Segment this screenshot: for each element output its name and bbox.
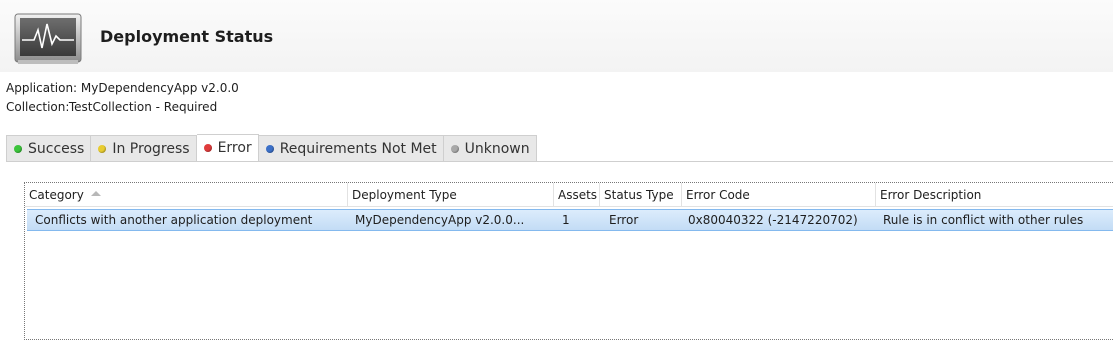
cell-status-type: Error xyxy=(609,213,639,227)
grid-header: Category Deployment Type Assets Status T… xyxy=(25,183,1113,207)
column-header-label: Deployment Type xyxy=(352,188,457,202)
tab-requirements-not-met[interactable]: Requirements Not Met xyxy=(258,135,444,162)
gray-status-dot-icon xyxy=(450,144,459,153)
application-info: Application: MyDependencyApp v2.0.0 xyxy=(6,81,239,95)
yellow-status-dot-icon xyxy=(98,144,107,153)
cell-deployment-type: MyDependencyApp v2.0.0... xyxy=(355,213,525,227)
column-header-assets[interactable]: Assets xyxy=(554,183,600,207)
column-header-error-code[interactable]: Error Code xyxy=(682,183,876,207)
page-title: Deployment Status xyxy=(100,27,274,46)
sort-ascending-icon xyxy=(90,191,101,196)
green-status-dot-icon xyxy=(14,144,22,153)
column-header-label: Error Code xyxy=(686,188,750,202)
collection-label: Collection: xyxy=(6,100,70,114)
tab-label: Error xyxy=(217,140,252,156)
red-status-dot-icon xyxy=(203,144,212,152)
column-header-category[interactable]: Category xyxy=(25,183,348,207)
application-label: Application: xyxy=(6,81,78,95)
application-value: MyDependencyApp v2.0.0 xyxy=(80,81,239,95)
cell-category: Conflicts with another application deplo… xyxy=(35,213,313,227)
cell-error-description: Rule is in conflict with other rules xyxy=(883,213,1084,227)
tab-label: Success xyxy=(28,140,85,157)
column-header-error-description[interactable]: Error Description xyxy=(876,183,1113,207)
tab-unknown[interactable]: Unknown xyxy=(443,135,537,162)
tab-in-progress[interactable]: In Progress xyxy=(91,135,197,162)
cell-assets: 1 xyxy=(562,213,570,227)
tab-success[interactable]: Success xyxy=(6,135,92,162)
table-row[interactable]: Conflicts with another application deplo… xyxy=(27,209,1113,231)
tab-panel-border xyxy=(6,161,1113,162)
collection-value: TestCollection - Required xyxy=(68,100,218,114)
status-tabs: Success In Progress Error Requirements N… xyxy=(6,134,537,162)
activity-monitor-icon xyxy=(14,13,82,64)
collection-info: Collection: TestCollection - Required xyxy=(6,100,217,114)
column-header-deployment-type[interactable]: Deployment Type xyxy=(348,183,554,207)
blue-status-dot-icon xyxy=(265,144,274,153)
tab-label: In Progress xyxy=(112,140,190,157)
tab-label: Requirements Not Met xyxy=(279,140,437,157)
page-header: Deployment Status xyxy=(0,0,1113,72)
tab-error[interactable]: Error xyxy=(196,134,259,162)
deployment-grid[interactable]: Category Deployment Type Assets Status T… xyxy=(24,182,1113,340)
column-header-label: Status Type xyxy=(604,188,674,202)
column-header-label: Assets xyxy=(558,188,598,202)
tab-label: Unknown xyxy=(464,140,530,157)
column-header-label: Category xyxy=(29,188,84,202)
cell-error-code: 0x80040322 (-2147220702) xyxy=(688,213,858,227)
column-header-label: Error Description xyxy=(880,188,982,202)
column-header-status-type[interactable]: Status Type xyxy=(600,183,682,207)
